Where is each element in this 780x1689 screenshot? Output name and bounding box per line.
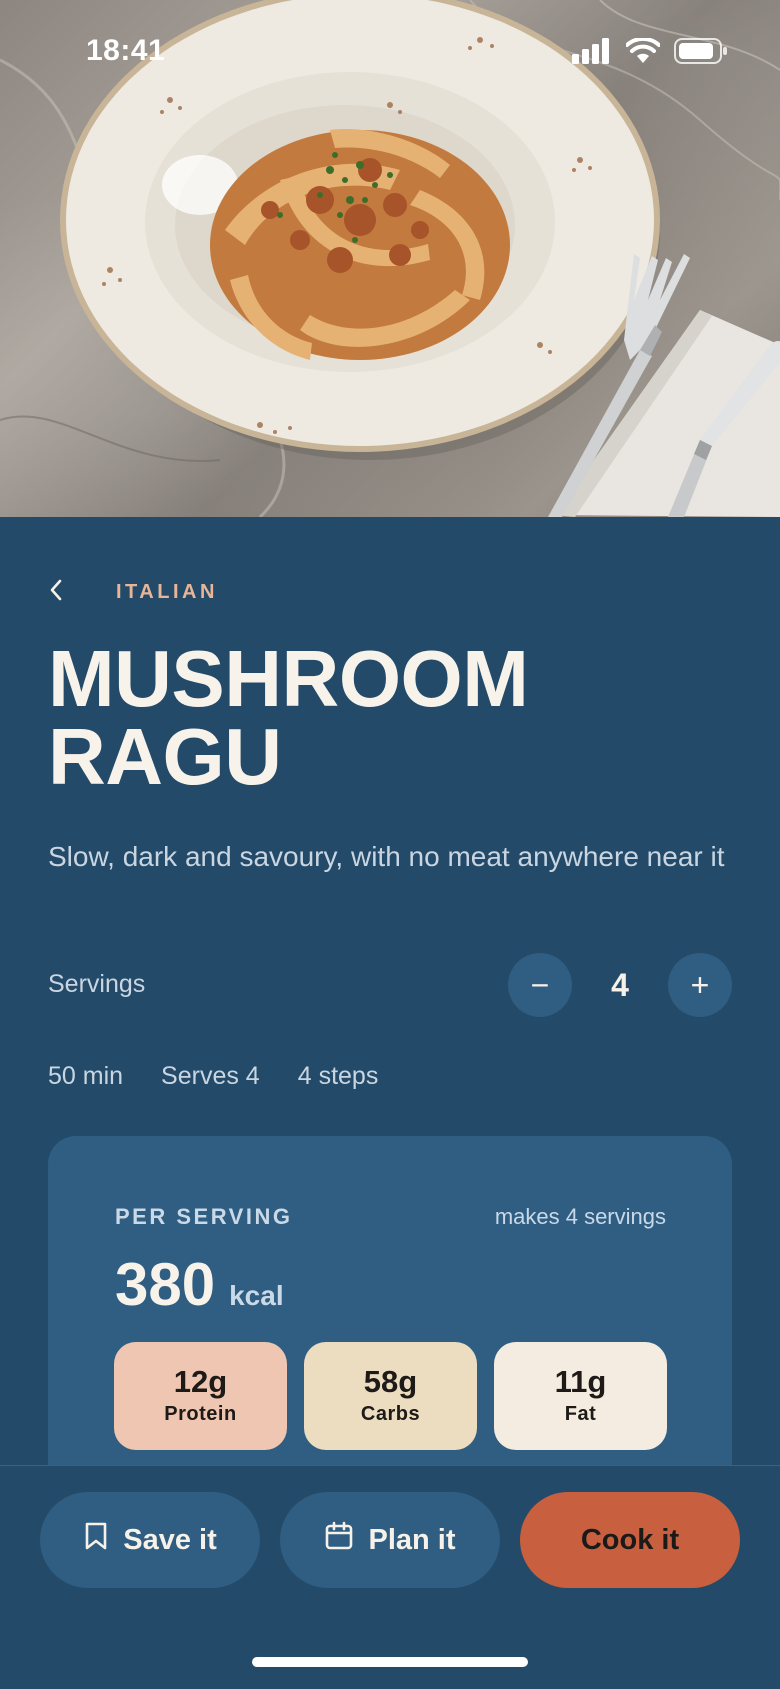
macro-value: 11g — [554, 1364, 607, 1399]
recipe-subtitle: Slow, dark and savoury, with no meat any… — [48, 841, 725, 872]
nutrition-card: PER SERVING makes 4 servings 380 kcal 12… — [48, 1136, 732, 1466]
category-link[interactable]: ITALIAN — [116, 581, 218, 604]
macros-row: 12g Protein 58g Carbs 11g Fat — [114, 1342, 667, 1450]
macro-value: 12g — [173, 1364, 228, 1399]
home-indicator[interactable] — [252, 1657, 528, 1667]
macro-label: Carbs — [360, 1403, 421, 1425]
calories: 380 kcal — [115, 1250, 284, 1319]
calendar-icon — [324, 1521, 354, 1559]
status-time: 18:41 — [86, 34, 166, 67]
plan-button-label: Plan it — [368, 1523, 456, 1556]
macro-label: Fat — [564, 1403, 597, 1425]
chevron-left-icon — [48, 578, 64, 607]
status-bar: 18:41 — [0, 0, 780, 100]
battery-icon — [674, 38, 728, 69]
macro-value: 58g — [363, 1364, 418, 1399]
action-bar: Save it Plan it Cook it — [0, 1465, 780, 1689]
recipe-title: MUSHROOM RAGU — [48, 634, 529, 801]
servings-label: Servings — [48, 970, 146, 998]
plan-button[interactable]: Plan it — [280, 1492, 500, 1588]
save-button-label: Save it — [123, 1523, 217, 1556]
breadcrumb: ITALIAN — [48, 572, 218, 612]
recipe-meta: 50 min Serves 4 4 steps — [48, 1062, 378, 1091]
kcal-value: 380 — [115, 1251, 216, 1318]
back-button[interactable] — [48, 572, 84, 612]
cook-button[interactable]: Cook it — [520, 1492, 740, 1588]
minus-icon: − — [530, 966, 550, 1003]
cook-time: 50 min — [48, 1062, 124, 1090]
macro-carbs: 58g Carbs — [304, 1342, 477, 1450]
macro-protein: 12g Protein — [114, 1342, 287, 1450]
plus-icon: + — [690, 966, 710, 1003]
macro-fat: 11g Fat — [494, 1342, 667, 1450]
servings-stepper: − 4 + — [508, 953, 732, 1017]
save-button[interactable]: Save it — [40, 1492, 260, 1588]
bookmark-icon — [83, 1521, 109, 1559]
increase-servings-button[interactable]: + — [668, 953, 732, 1017]
cellular-signal-icon — [572, 38, 612, 69]
macro-label: Protein — [164, 1403, 237, 1425]
makes-servings: makes 4 servings — [494, 1204, 666, 1229]
serves-count: Serves 4 — [161, 1062, 260, 1090]
wifi-icon — [625, 36, 661, 69]
kcal-unit: kcal — [229, 1280, 284, 1311]
per-serving-heading: PER SERVING — [115, 1204, 293, 1229]
decrease-servings-button[interactable]: − — [508, 953, 572, 1017]
steps-count: 4 steps — [297, 1062, 379, 1090]
servings-value: 4 — [611, 966, 629, 1003]
cook-button-label: Cook it — [580, 1523, 680, 1556]
